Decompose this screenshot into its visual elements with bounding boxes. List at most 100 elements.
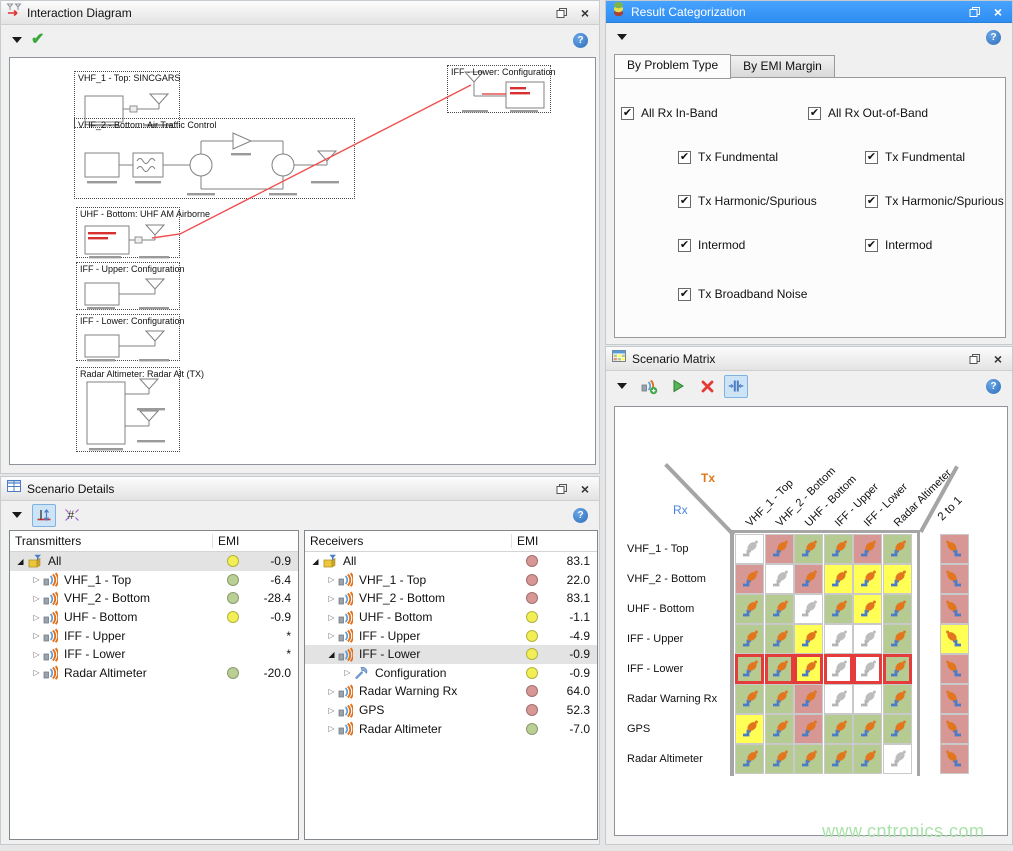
- float-window-button[interactable]: [966, 3, 984, 20]
- tree-row-radar-altimeter[interactable]: ▷ Radar Altimeter -7.0: [305, 719, 597, 738]
- diagram-block-iff-upper[interactable]: IFF - Upper: Configuration: [76, 262, 180, 310]
- close-window-button[interactable]: ×: [989, 3, 1007, 20]
- run-analysis-button[interactable]: [666, 375, 690, 398]
- panel-menu-dropdown-icon[interactable]: [12, 512, 22, 518]
- checkbox[interactable]: ✔: [865, 151, 878, 164]
- expand-arrow-icon[interactable]: ▷: [325, 613, 338, 622]
- matrix-cell[interactable]: [883, 534, 912, 564]
- transmitters-table-header[interactable]: Transmitters EMI: [10, 531, 298, 552]
- help-button[interactable]: ?: [986, 30, 1001, 45]
- tab-by-emi-margin[interactable]: By EMI Margin: [730, 55, 835, 78]
- tree-row-vhf-1-top[interactable]: ▷ VHF_1 - Top -6.4: [10, 571, 298, 590]
- expand-arrow-icon[interactable]: ▷: [30, 631, 43, 640]
- matrix-cell[interactable]: [853, 534, 882, 564]
- matrix-cell-2to1[interactable]: [940, 624, 969, 654]
- tree-row-uhf-bottom[interactable]: ▷ UHF - Bottom -0.9: [10, 608, 298, 627]
- matrix-cell[interactable]: [883, 654, 912, 684]
- matrix-cell[interactable]: [794, 654, 823, 684]
- checkbox[interactable]: ✔: [865, 239, 878, 252]
- matrix-cell[interactable]: [883, 744, 912, 774]
- numeric-view-button[interactable]: #: [60, 504, 84, 527]
- checkbox-tx-fundmental-inband[interactable]: ✔Tx Fundmental: [678, 150, 778, 164]
- matrix-cell[interactable]: [735, 534, 764, 564]
- tree-row-uhf-bottom[interactable]: ▷ UHF - Bottom -1.1: [305, 608, 597, 627]
- matrix-cell[interactable]: [824, 594, 853, 624]
- matrix-cell[interactable]: [883, 714, 912, 744]
- tree-row-all[interactable]: ◢ All 83.1: [305, 552, 597, 571]
- matrix-cell[interactable]: [735, 594, 764, 624]
- matrix-cell[interactable]: [794, 714, 823, 744]
- matrix-cell[interactable]: [853, 624, 882, 654]
- checkbox-all-rx-in-band[interactable]: ✔All Rx In-Band: [621, 106, 718, 120]
- matrix-cell[interactable]: [735, 624, 764, 654]
- tree-row-iff-upper[interactable]: ▷ IFF - Upper *: [10, 626, 298, 645]
- matrix-cell-2to1[interactable]: [940, 684, 969, 714]
- checkbox-all-rx-out-of-band[interactable]: ✔All Rx Out-of-Band: [808, 106, 928, 120]
- scenario-matrix-canvas[interactable]: Tx Rx 2 to 1VHF_1 - TopVHF_2 - BottomUHF…: [614, 406, 1008, 836]
- receivers-table[interactable]: Receivers EMI ◢ All 83.1 ▷ VHF_1 - Top 2…: [304, 530, 598, 840]
- scenario-details-titlebar[interactable]: Scenario Details ×: [1, 477, 599, 501]
- add-radio-button[interactable]: [637, 375, 661, 398]
- panel-menu-dropdown-icon[interactable]: [617, 34, 627, 40]
- tree-row-radar-altimeter[interactable]: ▷ Radar Altimeter -20.0: [10, 664, 298, 683]
- collapse-arrow-icon[interactable]: ◢: [325, 650, 338, 659]
- diagram-block-radar-altimeter[interactable]: Radar Altimeter: Radar Alt (TX): [76, 367, 180, 452]
- matrix-cell[interactable]: [735, 714, 764, 744]
- matrix-cell[interactable]: [794, 534, 823, 564]
- collapse-arrow-icon[interactable]: ◢: [14, 557, 27, 566]
- matrix-cell[interactable]: [765, 654, 794, 684]
- matrix-cell[interactable]: [735, 684, 764, 714]
- matrix-cell[interactable]: [824, 684, 853, 714]
- help-button[interactable]: ?: [573, 508, 588, 523]
- expand-arrow-icon[interactable]: ▷: [341, 668, 354, 677]
- matrix-cell-2to1[interactable]: [940, 564, 969, 594]
- checkbox[interactable]: ✔: [678, 195, 691, 208]
- delete-button[interactable]: [695, 375, 719, 398]
- expand-arrow-icon[interactable]: ▷: [325, 631, 338, 640]
- matrix-cell[interactable]: [794, 564, 823, 594]
- float-window-button[interactable]: [966, 350, 984, 367]
- tree-row-iff-upper[interactable]: ▷ IFF - Upper -4.9: [305, 626, 597, 645]
- checkbox[interactable]: ✔: [678, 288, 691, 301]
- tree-row-radar-warning-rx[interactable]: ▷ Radar Warning Rx 64.0: [305, 682, 597, 701]
- matrix-cell[interactable]: [794, 744, 823, 774]
- checkbox[interactable]: ✔: [678, 239, 691, 252]
- tree-row-vhf-1-top[interactable]: ▷ VHF_1 - Top 22.0: [305, 571, 597, 590]
- matrix-cell[interactable]: [765, 624, 794, 654]
- expand-arrow-icon[interactable]: ▷: [325, 724, 338, 733]
- expand-arrow-icon[interactable]: ▷: [325, 706, 338, 715]
- matrix-cell[interactable]: [765, 714, 794, 744]
- checkbox-tx-harmonic-spurious-outband[interactable]: ✔Tx Harmonic/Spurious: [865, 194, 1004, 208]
- matrix-cell[interactable]: [765, 564, 794, 594]
- float-window-button[interactable]: [553, 480, 571, 497]
- plot-view-toggle[interactable]: [32, 504, 56, 527]
- interaction-diagram-titlebar[interactable]: Interaction Diagram ×: [1, 1, 599, 25]
- tree-row-configuration[interactable]: ▷ Configuration -0.9: [305, 664, 597, 683]
- close-window-button[interactable]: ×: [576, 4, 594, 21]
- expand-arrow-icon[interactable]: ▷: [30, 613, 43, 622]
- matrix-cell-2to1[interactable]: [940, 594, 969, 624]
- panel-menu-dropdown-icon[interactable]: [617, 383, 627, 389]
- matrix-cell[interactable]: [824, 714, 853, 744]
- expand-arrow-icon[interactable]: ▷: [30, 594, 43, 603]
- matrix-cell[interactable]: [853, 594, 882, 624]
- diagram-block-vhf2-bottom[interactable]: VHF_2 - Bottom: Air Traffic Control: [74, 118, 355, 199]
- checkbox-tx-fundmental-outband[interactable]: ✔Tx Fundmental: [865, 150, 965, 164]
- matrix-cell[interactable]: [765, 534, 794, 564]
- matrix-cell[interactable]: [824, 744, 853, 774]
- matrix-cell[interactable]: [765, 744, 794, 774]
- matrix-cell[interactable]: [883, 564, 912, 594]
- panel-menu-dropdown-icon[interactable]: [12, 37, 22, 43]
- checkbox-tx-harmonic-spurious-inband[interactable]: ✔Tx Harmonic/Spurious: [678, 194, 817, 208]
- collapse-arrow-icon[interactable]: ◢: [309, 557, 322, 566]
- matrix-cell-2to1[interactable]: [940, 534, 969, 564]
- checkbox-tx-broadband-noise-inband[interactable]: ✔Tx Broadband Noise: [678, 287, 807, 301]
- matrix-cell[interactable]: [794, 624, 823, 654]
- diagram-block-iff-lower[interactable]: IFF - Lower: Configuration: [76, 314, 180, 361]
- matrix-cell[interactable]: [765, 594, 794, 624]
- expand-arrow-icon[interactable]: ▷: [325, 594, 338, 603]
- matrix-cell[interactable]: [883, 684, 912, 714]
- matrix-cell[interactable]: [883, 594, 912, 624]
- diagram-block-uhf-bottom[interactable]: UHF - Bottom: UHF AM Airborne: [76, 207, 180, 258]
- matrix-cell[interactable]: [794, 594, 823, 624]
